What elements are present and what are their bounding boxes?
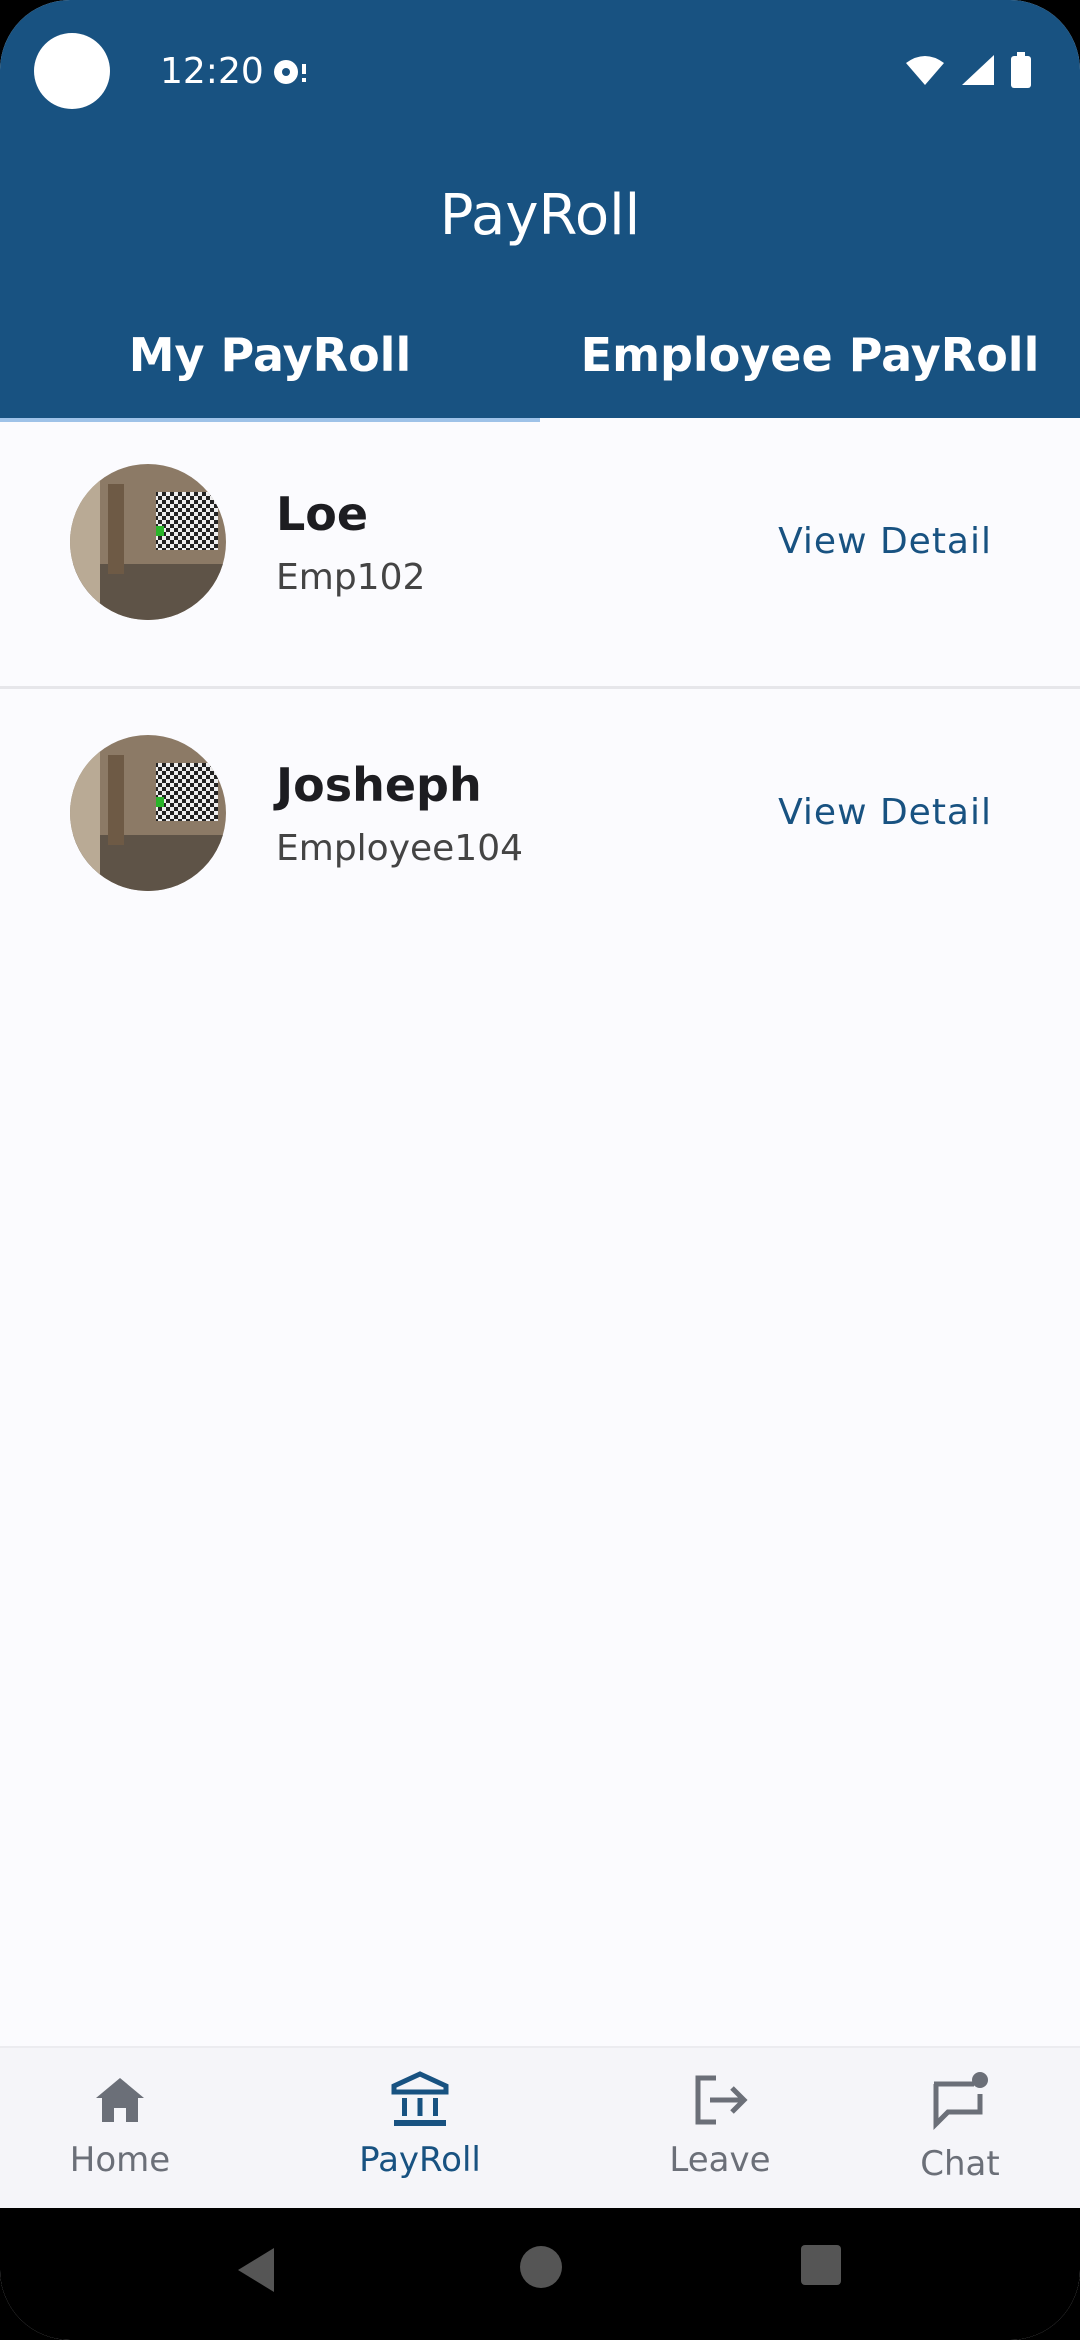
camera-cutout — [34, 33, 110, 109]
wifi-icon — [904, 53, 946, 91]
bottom-navigation: Home PayRoll Leave Chat — [0, 2046, 1080, 2210]
nav-item-home[interactable]: Home — [0, 2048, 240, 2210]
tab-my-payroll[interactable]: My PayRoll — [0, 310, 540, 418]
list-item[interactable]: Loe Emp102 View Detail — [0, 418, 1080, 689]
system-navigation-bar — [0, 2208, 1080, 2340]
nav-label: PayRoll — [359, 2140, 481, 2180]
avatar — [70, 735, 226, 891]
app-screen: 12:20 PayRoll My PayRoll Employee PayRol… — [0, 0, 1080, 2340]
status-time: 12:20 — [160, 51, 264, 92]
bank-icon — [240, 2070, 600, 2130]
nav-item-chat[interactable]: Chat — [840, 2048, 1080, 2210]
nav-item-payroll[interactable]: PayRoll — [240, 2048, 600, 2210]
nav-label: Home — [69, 2140, 171, 2180]
battery-icon — [1010, 52, 1032, 92]
employee-name: Josheph — [276, 758, 482, 812]
chat-icon — [840, 2070, 1080, 2134]
back-icon[interactable] — [234, 2244, 278, 2300]
avatar — [70, 464, 226, 620]
view-detail-button[interactable]: View Detail — [778, 518, 992, 566]
logout-icon — [600, 2070, 840, 2130]
recents-icon[interactable] — [800, 2244, 842, 2290]
employee-name: Loe — [276, 487, 369, 541]
notification-icon — [272, 56, 312, 92]
tab-bar: My PayRoll Employee PayRoll — [0, 310, 1080, 418]
signal-icon — [960, 53, 996, 91]
status-bar: 12:20 — [0, 0, 1080, 140]
app-header: 12:20 PayRoll My PayRoll Employee PayRol… — [0, 0, 1080, 418]
page-title: PayRoll — [439, 183, 641, 248]
employee-id: Employee104 — [276, 828, 524, 869]
home-button-icon[interactable] — [518, 2244, 564, 2294]
tab-employee-payroll[interactable]: Employee PayRoll — [540, 310, 1080, 418]
nav-label: Chat — [920, 2144, 1000, 2184]
view-detail-button[interactable]: View Detail — [778, 789, 992, 837]
nav-item-leave[interactable]: Leave — [600, 2048, 840, 2210]
employee-list: Loe Emp102 View Detail Josheph Employee1… — [0, 418, 1080, 957]
nav-label: Leave — [669, 2140, 771, 2180]
list-item[interactable]: Josheph Employee104 View Detail — [0, 689, 1080, 957]
home-icon — [0, 2070, 240, 2130]
employee-id: Emp102 — [276, 557, 426, 598]
